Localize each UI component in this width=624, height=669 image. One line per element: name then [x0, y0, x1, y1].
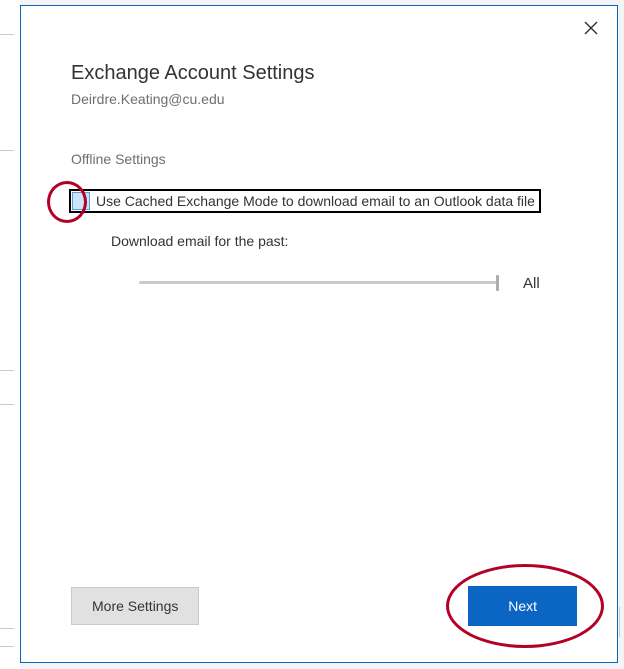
exchange-settings-dialog: Exchange Account Settings Deirdre.Keatin…: [20, 5, 618, 663]
cached-mode-checkbox-label: Use Cached Exchange Mode to download ema…: [96, 193, 535, 209]
dialog-subtitle: Deirdre.Keating@cu.edu: [71, 91, 567, 107]
download-slider-row: All: [139, 273, 567, 293]
download-slider[interactable]: [139, 273, 499, 293]
more-settings-button[interactable]: More Settings: [71, 587, 199, 625]
close-button[interactable]: [579, 16, 603, 40]
slider-value-label: All: [523, 275, 540, 292]
next-button[interactable]: Next: [468, 586, 577, 626]
background-left-edge: [0, 0, 20, 669]
next-button-wrap: Next: [468, 586, 577, 626]
offline-settings-label: Offline Settings: [71, 151, 567, 167]
close-icon: [584, 21, 598, 35]
dialog-content: Exchange Account Settings Deirdre.Keatin…: [21, 6, 617, 293]
background-right-edge: [619, 607, 624, 637]
dialog-button-row: More Settings Next: [71, 586, 577, 626]
slider-track: [139, 281, 499, 284]
download-past-label: Download email for the past:: [111, 233, 567, 249]
slider-thumb[interactable]: [496, 275, 499, 291]
dialog-title: Exchange Account Settings: [71, 62, 567, 85]
cached-mode-checkbox-row[interactable]: Use Cached Exchange Mode to download ema…: [69, 189, 541, 213]
cached-mode-checkbox[interactable]: [72, 192, 90, 210]
